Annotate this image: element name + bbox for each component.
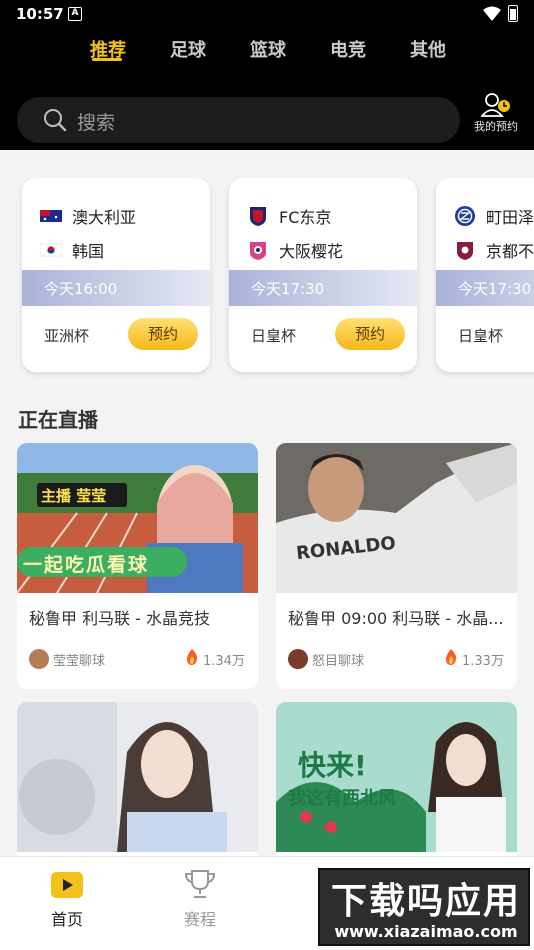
- kyoto-crest-icon: [457, 242, 473, 260]
- stream-thumbnail: 主播 莹莹 一起吃瓜看球: [17, 443, 258, 593]
- home-team: 澳大利亚: [40, 204, 136, 228]
- stream-thumbnail: [17, 702, 258, 852]
- view-count: 1.33万: [462, 654, 504, 669]
- thumbnail-overlay-top: 快来!: [298, 749, 367, 782]
- battery-icon: [508, 5, 518, 22]
- nav-schedule[interactable]: 赛程: [150, 857, 250, 937]
- match-time: 今天17:30: [458, 280, 532, 298]
- active-tab-indicator: [92, 58, 122, 61]
- away-team-name: 韩国: [72, 242, 105, 261]
- upcoming-matches-carousel[interactable]: 澳大利亚 韩国 今天16:00 亚洲杯 预约 FC东京 大阪樱花 今天17:30…: [0, 178, 534, 378]
- fc-tokyo-crest-icon: [250, 207, 266, 226]
- watermark-logo: 下载吗应用 www.xiazaimao.com: [318, 868, 530, 946]
- status-bar: 10:57 A: [0, 0, 534, 30]
- australia-flag-icon: [40, 210, 62, 222]
- korea-flag-icon: [40, 243, 62, 257]
- stream-title: 秘鲁甲 09:00 利马联 - 水晶...: [288, 609, 504, 628]
- book-button[interactable]: 预约: [335, 318, 405, 350]
- host-avatar: [288, 649, 308, 669]
- stream-card[interactable]: 主播 莹莹 一起吃瓜看球 秘鲁甲 利马联 - 水晶竞技 莹莹聊球 1.34万: [17, 443, 258, 689]
- fire-icon: [187, 649, 198, 665]
- home-team-name: 町田泽: [486, 208, 534, 227]
- thumbnail-overlay-bottom: 我这有西北风: [288, 788, 396, 809]
- play-icon: [51, 872, 83, 898]
- home-team-name: FC东京: [279, 208, 332, 227]
- tab-other[interactable]: 其他: [410, 36, 446, 62]
- status-time: 10:57: [16, 5, 64, 23]
- stream-card[interactable]: 快来! 我这有西北风: [276, 702, 517, 862]
- stream-thumbnail: 快来! 我这有西北风: [276, 702, 517, 852]
- nav-home-label: 首页: [50, 910, 83, 929]
- competition-name: 日皇杯: [251, 327, 297, 345]
- notification-icon: A: [68, 7, 82, 21]
- thumbnail-overlay-bottom: 一起吃瓜看球: [23, 554, 150, 576]
- trophy-icon: [184, 870, 216, 898]
- tab-football[interactable]: 足球: [170, 36, 206, 62]
- match-time-bar: 今天17:30: [229, 270, 417, 306]
- machida-crest-icon: [455, 206, 475, 226]
- tab-basketball[interactable]: 篮球: [250, 36, 286, 62]
- away-team-name: 京都不: [486, 242, 534, 261]
- search-icon: [44, 109, 67, 132]
- cerezo-osaka-crest-icon: [250, 242, 266, 260]
- competition-name: 日皇杯: [458, 327, 504, 345]
- stream-thumbnail: RONALDO: [276, 443, 517, 593]
- stream-card[interactable]: [17, 702, 258, 862]
- book-button[interactable]: 预约: [128, 318, 198, 350]
- host-name: 怒目聊球: [312, 654, 365, 669]
- away-team-name: 大阪樱花: [279, 242, 344, 261]
- search-bar[interactable]: 搜索: [17, 97, 460, 143]
- app-header: 10:57 A 推荐 足球 篮球 电竞 其他 搜索 我的预约: [0, 0, 534, 150]
- home-team: 町田泽: [454, 204, 534, 228]
- match-time: 今天17:30: [251, 280, 325, 298]
- stream-title: 秘鲁甲 利马联 - 水晶竞技: [29, 609, 211, 628]
- away-team: 韩国: [40, 238, 104, 262]
- view-count: 1.34万: [203, 654, 245, 669]
- thumbnail-overlay-top: 主播 莹莹: [41, 487, 107, 505]
- category-tabs: 推荐 足球 篮球 电竞 其他: [0, 36, 534, 68]
- host-avatar: [29, 649, 49, 669]
- match-time-bar: 今天17:30: [436, 270, 534, 306]
- watermark-line2: www.xiazaimao.com: [334, 922, 518, 941]
- host-name: 莹莹聊球: [53, 654, 106, 669]
- watermark-line1: 下载吗应用: [330, 881, 521, 922]
- tab-esports[interactable]: 电竞: [330, 36, 366, 62]
- match-time-bar: 今天16:00: [22, 270, 210, 306]
- home-team: FC东京: [247, 204, 331, 228]
- competition-name: 亚洲杯: [44, 327, 90, 345]
- fire-icon: [446, 649, 457, 665]
- away-team: 京都不: [454, 238, 534, 262]
- my-reservations-label: 我的预约: [474, 120, 518, 133]
- stream-card[interactable]: RONALDO 秘鲁甲 09:00 利马联 - 水晶... 怒目聊球 1.33万: [276, 443, 517, 689]
- reservation-clock-icon: [481, 93, 510, 117]
- nav-schedule-label: 赛程: [183, 910, 216, 929]
- my-reservations-button[interactable]: 我的预约: [468, 92, 524, 136]
- match-card[interactable]: 町田泽 京都不 今天17:30 日皇杯: [436, 178, 534, 372]
- live-section-title: 正在直播: [18, 408, 98, 432]
- match-time: 今天16:00: [44, 280, 118, 298]
- away-team: 大阪樱花: [247, 238, 343, 262]
- match-card[interactable]: FC东京 大阪樱花 今天17:30 日皇杯 预约: [229, 178, 417, 372]
- search-placeholder: 搜索: [77, 112, 116, 134]
- match-card[interactable]: 澳大利亚 韩国 今天16:00 亚洲杯 预约: [22, 178, 210, 372]
- wifi-icon: [483, 6, 501, 21]
- nav-home[interactable]: 首页: [17, 857, 117, 937]
- home-team-name: 澳大利亚: [72, 208, 137, 227]
